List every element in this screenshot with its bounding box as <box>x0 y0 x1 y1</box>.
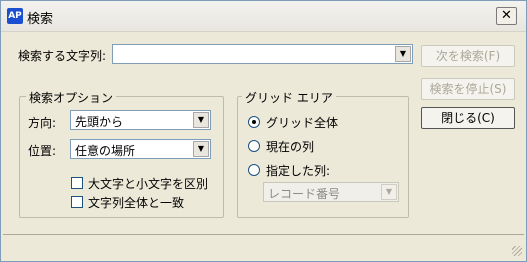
chevron-down-icon[interactable]: ▼ <box>193 141 209 157</box>
chevron-down-icon[interactable]: ▼ <box>193 112 209 128</box>
radio-current-column-label[interactable]: 現在の列 <box>266 138 314 155</box>
search-dialog: AP 検索 ✕ 検索する文字列: ▼ 次を検索(F) 検索を停止(S) 閉じる(… <box>0 0 527 262</box>
search-string-label: 検索する文字列: <box>18 49 107 63</box>
chevron-down-icon[interactable]: ▼ <box>381 184 397 200</box>
whole-string-label[interactable]: 文字列全体と一致 <box>88 194 184 211</box>
direction-label: 方向: <box>28 116 57 130</box>
direction-value: 先頭から <box>75 115 124 129</box>
close-icon: ✕ <box>501 8 512 23</box>
close-window-button[interactable]: ✕ <box>496 7 517 25</box>
radio-whole-grid[interactable] <box>248 116 260 128</box>
status-bar <box>3 234 524 258</box>
stop-search-button[interactable]: 検索を停止(S) <box>421 78 515 100</box>
app-icon: AP <box>7 8 23 24</box>
position-value: 任意の場所 <box>75 144 136 158</box>
position-label: 位置: <box>28 144 57 158</box>
window-title: 検索 <box>27 12 54 27</box>
column-select[interactable]: レコード番号 ▼ <box>263 182 399 202</box>
radio-selected-dot <box>252 120 256 124</box>
radio-whole-grid-label[interactable]: グリッド全体 <box>266 114 338 131</box>
search-options-title: 検索オプション <box>26 89 117 106</box>
title-bar: AP 検索 ✕ <box>1 1 526 32</box>
chevron-down-icon[interactable]: ▼ <box>395 46 411 62</box>
whole-string-checkbox[interactable] <box>71 196 83 208</box>
column-value: レコード番号 <box>268 187 341 201</box>
resize-grip-icon[interactable] <box>512 246 522 256</box>
search-string-combo[interactable]: ▼ <box>112 44 413 64</box>
find-next-button[interactable]: 次を検索(F) <box>421 45 515 67</box>
grid-area-title: グリッド エリア <box>242 89 336 106</box>
radio-specified-column[interactable] <box>248 164 260 176</box>
match-case-checkbox[interactable] <box>71 177 83 189</box>
position-select[interactable]: 任意の場所 ▼ <box>70 139 211 159</box>
radio-current-column[interactable] <box>248 140 260 152</box>
radio-specified-column-label[interactable]: 指定した列: <box>266 162 330 179</box>
direction-select[interactable]: 先頭から ▼ <box>70 110 211 130</box>
close-button[interactable]: 閉じる(C) <box>421 107 515 129</box>
match-case-label[interactable]: 大文字と小文字を区別 <box>88 175 208 192</box>
